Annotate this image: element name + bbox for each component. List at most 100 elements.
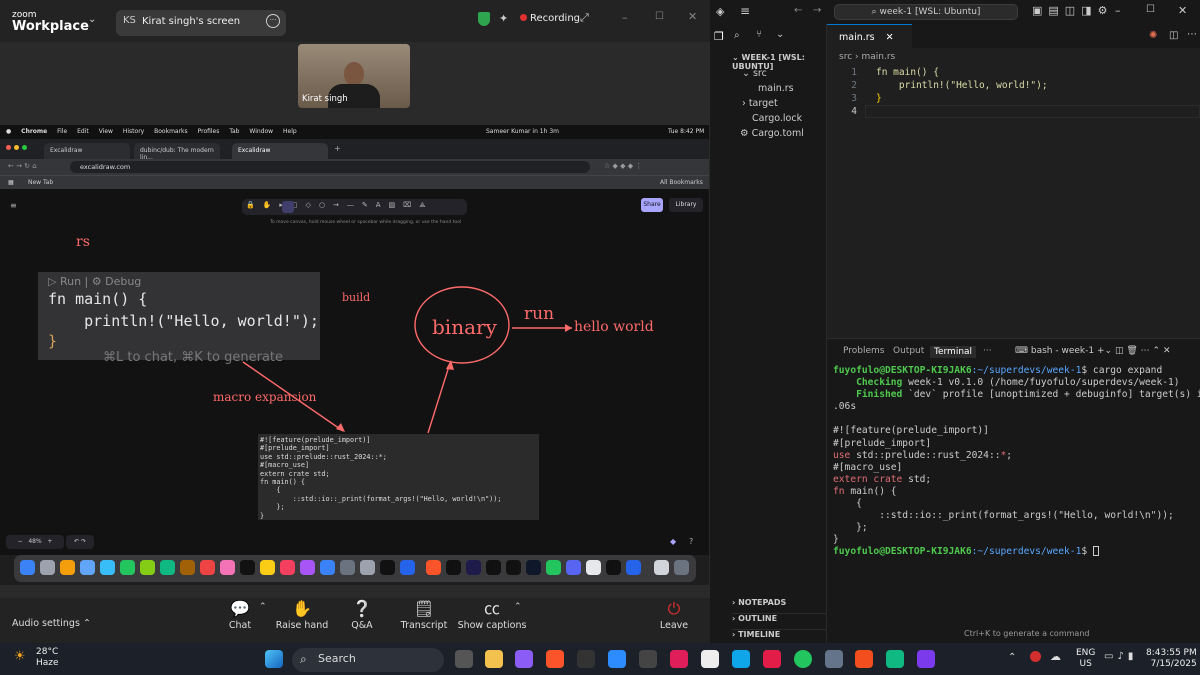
tree-item-cargo-lock[interactable]: Cargo.lock	[752, 113, 802, 124]
section-timeline[interactable]: › TIMELINE	[732, 629, 827, 639]
plus-icon[interactable]: +⌄	[1097, 346, 1112, 356]
share-tab[interactable]: KS Kirat singh's screen ···	[116, 10, 286, 36]
source-control-icon[interactable]: ⑂	[756, 29, 762, 40]
section-outline[interactable]: › OUTLINE	[732, 613, 827, 623]
podcasts-icon	[300, 560, 315, 575]
chrome-tab-1: Excalidraw	[44, 143, 130, 159]
app-icon[interactable]	[763, 650, 781, 668]
breadcrumb-file[interactable]: main.rs	[861, 52, 895, 62]
more-icon[interactable]: ⋯	[1141, 346, 1150, 356]
leave-button[interactable]: ⏻ Leave	[639, 598, 709, 631]
chrome-icon[interactable]	[794, 650, 812, 668]
close-icon[interactable]: ✕	[1163, 346, 1171, 356]
split-editor-icon[interactable]: ◫	[1169, 30, 1178, 41]
audio-settings-label: Audio settings	[12, 618, 80, 629]
copilot-icon[interactable]	[917, 650, 935, 668]
tree-item-src[interactable]: ⌄ src	[742, 68, 767, 79]
taskbar-search[interactable]: ⌕ Search	[292, 648, 444, 672]
terminal-icon: ⌨	[1015, 346, 1028, 356]
close-icon[interactable]: ✕	[1178, 4, 1187, 17]
file-explorer-icon[interactable]	[485, 650, 503, 668]
minimize-icon[interactable]: –	[1115, 4, 1121, 17]
chevron-up-icon[interactable]: ⌃	[259, 602, 267, 612]
zoom-window: zoom Workplace ⌄ KS Kirat singh's screen…	[0, 0, 710, 643]
notion-icon[interactable]	[701, 650, 719, 668]
bookmark-new-tab: New Tab	[28, 179, 54, 186]
brave-icon[interactable]	[546, 650, 564, 668]
onedrive-icon[interactable]: ☁	[1050, 650, 1061, 663]
code-line-2[interactable]: println!("Hello, world!");	[876, 80, 1048, 91]
more-icon[interactable]: ···	[266, 14, 280, 28]
tab-output[interactable]: Output	[893, 346, 924, 356]
command-center-search[interactable]: ⌕ week-1 [WSL: Ubuntu]	[834, 4, 1018, 20]
terminal-icon[interactable]	[577, 650, 595, 668]
app-icon[interactable]	[886, 650, 904, 668]
minimize-icon[interactable]: –	[622, 11, 628, 24]
figma-icon[interactable]	[855, 650, 873, 668]
tab-problems[interactable]: Problems	[843, 346, 884, 356]
taskbar-clock[interactable]: 8:43:55 PM 7/15/2025	[1146, 648, 1197, 670]
captions-label: Show captions	[457, 620, 527, 631]
maximize-panel-icon[interactable]: ⌃	[1153, 346, 1161, 356]
more-icon[interactable]: ···	[983, 346, 992, 356]
explorer-icon[interactable]: ❐	[714, 30, 724, 43]
weather-widget[interactable]: ☀ 28°C Haze	[14, 647, 59, 669]
start-icon[interactable]	[265, 650, 283, 668]
expand-icon[interactable]: ⤢	[580, 11, 589, 25]
messages-icon	[120, 560, 135, 575]
forward-icon[interactable]: →	[813, 5, 821, 16]
maximize-icon[interactable]: ☐	[655, 11, 664, 22]
tab-main-rs[interactable]: main.rs ✕	[827, 24, 912, 48]
extensions-icon: ☆ ◆ ◆ ◆ ⋮	[604, 162, 643, 170]
edge-icon[interactable]	[732, 650, 750, 668]
trash-icon[interactable]: 🗑	[1126, 346, 1137, 356]
zoom-icon[interactable]	[608, 650, 626, 668]
network-volume-battery-icons[interactable]: ▭♪▮	[1104, 651, 1137, 662]
section-notepads[interactable]: › NOTEPADS	[732, 598, 786, 607]
breadcrumb-src[interactable]: src	[839, 52, 852, 62]
slack-icon[interactable]	[670, 650, 688, 668]
audio-settings-button[interactable]: Audio settings ⌃	[12, 618, 91, 629]
code-line-1[interactable]: fn main() {	[876, 67, 939, 78]
chevron-down-icon[interactable]: ⌄	[88, 14, 96, 25]
chevron-up-icon[interactable]: ⌃	[514, 602, 522, 612]
settings-icon[interactable]	[825, 650, 843, 668]
trash-icon	[674, 560, 689, 575]
windows-taskbar: ☀ 28°C Haze ⌕ Search ⌃ ☁ ENG US ▭♪▮ 8:43…	[0, 643, 1200, 675]
recording-indicator[interactable]: Recording	[520, 13, 580, 24]
split-terminal-icon[interactable]: ◫	[1115, 346, 1124, 356]
code-line-3[interactable]: }	[876, 93, 882, 104]
chevron-up-icon[interactable]: ⌃	[1008, 652, 1016, 663]
tab-terminal[interactable]: Terminal	[930, 346, 977, 358]
tree-item-target[interactable]: › target	[742, 98, 778, 109]
transcript-button[interactable]: 🗒 Transcript	[389, 598, 459, 631]
tray-app-icon[interactable]	[1030, 651, 1041, 662]
layout-icons[interactable]: ▣▤◫◨⚙	[1032, 4, 1113, 17]
prompt-path: :~/superdevs/week-1	[971, 365, 1082, 376]
back-icon[interactable]: ←	[794, 5, 802, 16]
shield-icon[interactable]	[478, 12, 490, 26]
ai-sparkle-icon[interactable]: ✦	[499, 12, 508, 25]
run-arrowhead	[565, 324, 572, 332]
app-icon[interactable]	[639, 650, 657, 668]
close-icon[interactable]: ✕	[688, 10, 697, 23]
more-icon[interactable]: ⋯	[1187, 29, 1197, 40]
qa-button[interactable]: ❔ Q&A	[327, 598, 397, 631]
tree-item-cargo-toml[interactable]: ⚙ Cargo.toml	[740, 128, 804, 139]
output-line: std;	[902, 473, 932, 485]
language-indicator[interactable]: ENG US	[1076, 648, 1095, 670]
chevron-down-icon[interactable]: ⌄	[776, 29, 784, 40]
terminal-selector[interactable]: ⌨ bash - week-1 +⌄ ◫ 🗑 ⋯ ⌃ ✕	[1015, 346, 1170, 356]
close-icon[interactable]: ✕	[886, 32, 894, 43]
task-view-icon[interactable]	[455, 650, 473, 668]
output-line: ;	[1006, 449, 1013, 461]
search-icon[interactable]: ⌕	[734, 30, 740, 41]
expanded-code-snippet: #![feature(prelude_import)] #[prelude_im…	[258, 434, 539, 520]
menu-icon[interactable]: ≡	[740, 4, 750, 18]
app-icon[interactable]	[515, 650, 533, 668]
terminal-output[interactable]: fuyofulo@DESKTOP-KI9JAK6:~/superdevs/wee…	[833, 365, 1200, 559]
maximize-icon[interactable]: ☐	[1146, 4, 1155, 15]
participant-video[interactable]: Kirat singh	[298, 44, 410, 108]
ai-icon[interactable]: ✺	[1149, 30, 1157, 41]
tree-item-main-rs[interactable]: main.rs	[758, 83, 794, 94]
